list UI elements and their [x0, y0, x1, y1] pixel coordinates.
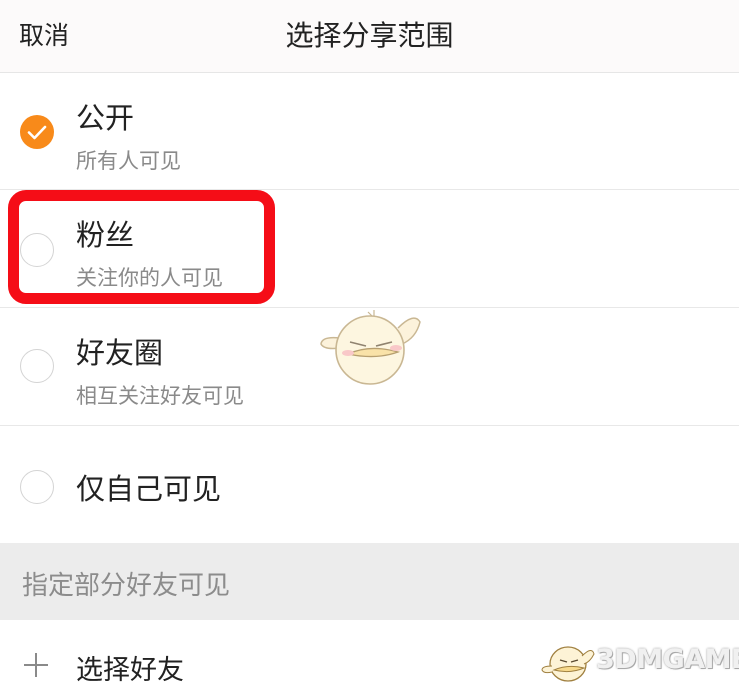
option-only-me[interactable]: 仅自己可见 — [0, 426, 739, 543]
nav-bar: 取消 选择分享范围 — [0, 0, 739, 73]
radio-unchecked-icon[interactable] — [20, 349, 54, 383]
option-title: 仅自己可见 — [76, 472, 222, 506]
radio-checked-icon[interactable] — [20, 115, 54, 149]
plus-icon — [24, 653, 48, 677]
highlight-annotation — [8, 190, 275, 304]
watermark-logo: 3DMGAME — [540, 632, 739, 690]
page-title: 选择分享范围 — [285, 19, 454, 52]
option-subtitle: 所有人可见 — [76, 149, 181, 173]
option-title: 公开 — [76, 101, 135, 135]
option-public[interactable]: 公开 所有人可见 — [0, 73, 739, 190]
option-subtitle: 相互关注好友可见 — [76, 384, 244, 408]
mascot-small-icon — [541, 646, 595, 682]
mascot-icon — [320, 310, 421, 385]
section-header-label: 指定部分好友可见 — [22, 571, 231, 601]
watermark-text: 3DMGAME — [596, 644, 739, 675]
radio-unchecked-icon[interactable] — [20, 470, 54, 504]
section-header: 指定部分好友可见 — [0, 543, 739, 620]
option-title: 好友圈 — [76, 336, 164, 370]
select-friends-label: 选择好友 — [76, 655, 184, 686]
